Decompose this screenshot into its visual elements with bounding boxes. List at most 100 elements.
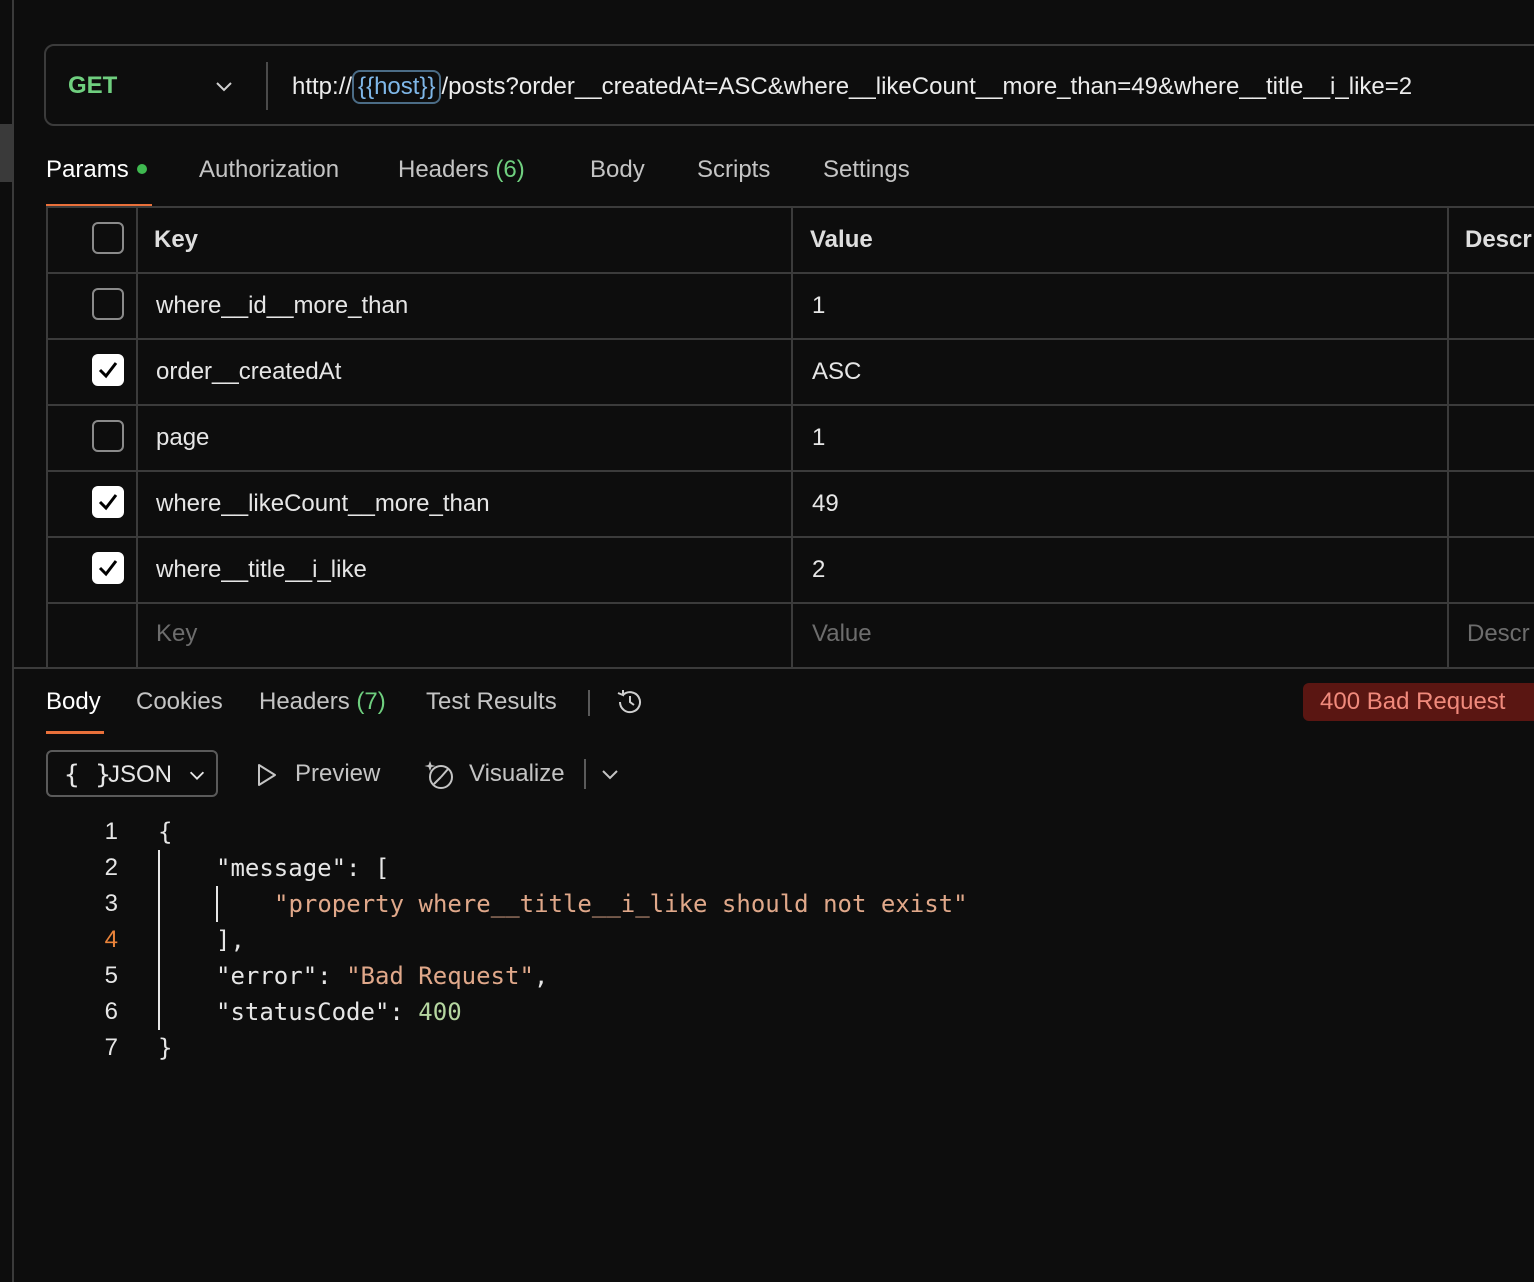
- chevron-down-icon[interactable]: [212, 74, 236, 98]
- code-line: 2 "message": [: [0, 854, 1200, 890]
- json-number-value: 400: [418, 998, 462, 1026]
- table-row: where__title__i_like 2: [46, 536, 1534, 602]
- response-tab-headers-label: Headers: [259, 688, 350, 715]
- json-key: "statusCode": [216, 998, 390, 1026]
- row-checkbox[interactable]: [92, 354, 124, 386]
- tab-scripts[interactable]: Scripts: [697, 156, 770, 184]
- url-input[interactable]: http://{{host}}/posts?order__createdAt=A…: [292, 70, 1412, 104]
- column-divider: [1447, 206, 1449, 668]
- format-label: JSON: [108, 761, 173, 788]
- column-divider: [136, 206, 138, 668]
- response-divider[interactable]: [12, 667, 1534, 669]
- table-row: where__likeCount__more_than 49: [46, 470, 1534, 536]
- current-line-number: 4: [104, 926, 118, 953]
- tab-authorization[interactable]: Authorization: [199, 156, 339, 184]
- code-text: "statusCode": 400: [216, 998, 462, 1026]
- url-variable-token[interactable]: {{host}}: [352, 70, 442, 104]
- visualize-divider: [584, 759, 586, 789]
- check-icon: [98, 362, 118, 379]
- preview-button[interactable]: Preview: [254, 760, 380, 788]
- format-select[interactable]: { } JSON: [46, 750, 218, 797]
- line-number: 6: [104, 998, 118, 1025]
- tab-divider: [588, 690, 590, 716]
- json-key: "error": [216, 962, 318, 990]
- value-column-header: Value: [810, 226, 873, 253]
- code-line: 6 "statusCode": 400: [0, 998, 1200, 1034]
- visualize-icon: [424, 761, 453, 789]
- url-prefix: http://: [292, 73, 353, 100]
- code-line: 5 "error": "Bad Request",: [0, 962, 1200, 998]
- select-all-checkbox[interactable]: [92, 222, 124, 254]
- visualize-button[interactable]: Visualize: [424, 760, 565, 789]
- json-punct: : [: [346, 854, 390, 882]
- param-value[interactable]: 1: [812, 424, 825, 452]
- param-value[interactable]: 49: [812, 490, 839, 518]
- json-string-value: "Bad Request": [346, 962, 534, 990]
- json-string-value: "property where__title__i_like should no…: [274, 890, 968, 918]
- tab-headers[interactable]: Headers (6): [398, 156, 525, 184]
- tab-body[interactable]: Body: [590, 156, 645, 184]
- response-tab-headers-count: (7): [356, 688, 386, 715]
- url-suffix: /posts?order__createdAt=ASC&where__likeC…: [441, 73, 1413, 100]
- tab-headers-count: (6): [495, 156, 525, 183]
- json-punct: ],: [216, 926, 245, 954]
- row-checkbox[interactable]: [92, 486, 124, 518]
- method-select[interactable]: GET: [68, 72, 117, 100]
- chevron-down-icon: [189, 771, 205, 780]
- line-number: 5: [104, 962, 118, 989]
- json-key: "message": [216, 854, 347, 882]
- code-line: 3 "property where__title__i_like should …: [0, 890, 1200, 926]
- param-key[interactable]: where__id__more_than: [156, 292, 408, 320]
- tab-settings[interactable]: Settings: [823, 156, 910, 184]
- code-line: 7 }: [0, 1034, 1200, 1070]
- line-number: 7: [104, 1034, 118, 1061]
- param-key[interactable]: order__createdAt: [156, 358, 341, 386]
- response-tab-body[interactable]: Body: [46, 688, 101, 716]
- table-row: page 1: [46, 404, 1534, 470]
- chevron-down-icon[interactable]: [598, 762, 622, 786]
- tab-headers-label: Headers: [398, 156, 489, 183]
- code-line: 4 ],: [0, 926, 1200, 962]
- response-tab-cookies[interactable]: Cookies: [136, 688, 223, 716]
- table-border-left: [46, 206, 48, 668]
- tab-params-label: Params: [46, 156, 129, 183]
- param-value[interactable]: ASC: [812, 358, 861, 386]
- code-line: 1 {: [0, 818, 1200, 854]
- visualize-label: Visualize: [469, 760, 565, 787]
- column-divider: [791, 206, 793, 668]
- table-row: order__createdAt ASC: [46, 338, 1534, 404]
- param-value[interactable]: 1: [812, 292, 825, 320]
- params-active-dot: [136, 163, 147, 174]
- row-checkbox[interactable]: [92, 552, 124, 584]
- code-close-brace: }: [158, 1034, 173, 1062]
- check-icon: [98, 494, 118, 511]
- new-value-input[interactable]: Value: [812, 620, 872, 648]
- url-divider: [266, 62, 268, 110]
- response-tab-headers[interactable]: Headers (7): [259, 688, 386, 716]
- play-icon: [258, 764, 276, 786]
- response-tab-test-results[interactable]: Test Results: [426, 688, 557, 716]
- left-sidebar-strip: [0, 0, 14, 1282]
- history-icon[interactable]: [614, 686, 646, 718]
- new-key-input[interactable]: Key: [156, 620, 197, 648]
- tab-params[interactable]: Params: [46, 156, 147, 184]
- param-key[interactable]: where__likeCount__more_than: [156, 490, 490, 518]
- check-icon: [98, 560, 118, 577]
- param-key[interactable]: page: [156, 424, 209, 452]
- param-value[interactable]: 2: [812, 556, 825, 584]
- row-checkbox[interactable]: [92, 420, 124, 452]
- description-column-header: Descr: [1465, 226, 1532, 253]
- row-checkbox[interactable]: [92, 288, 124, 320]
- code-open-brace: {: [158, 818, 173, 846]
- new-param-row: Key Value Descr: [46, 602, 1534, 668]
- code-text: "error": "Bad Request",: [216, 962, 549, 990]
- preview-label: Preview: [295, 760, 381, 787]
- key-column-header: Key: [154, 226, 199, 253]
- line-number: 1: [104, 818, 118, 845]
- braces-icon: { }: [64, 760, 111, 790]
- status-badge[interactable]: 400 Bad Request: [1303, 683, 1534, 721]
- new-description-input[interactable]: Descr: [1467, 620, 1530, 648]
- sidebar-scroll-thumb[interactable]: [0, 124, 12, 182]
- param-key[interactable]: where__title__i_like: [156, 556, 367, 584]
- table-row: where__id__more_than 1: [46, 272, 1534, 338]
